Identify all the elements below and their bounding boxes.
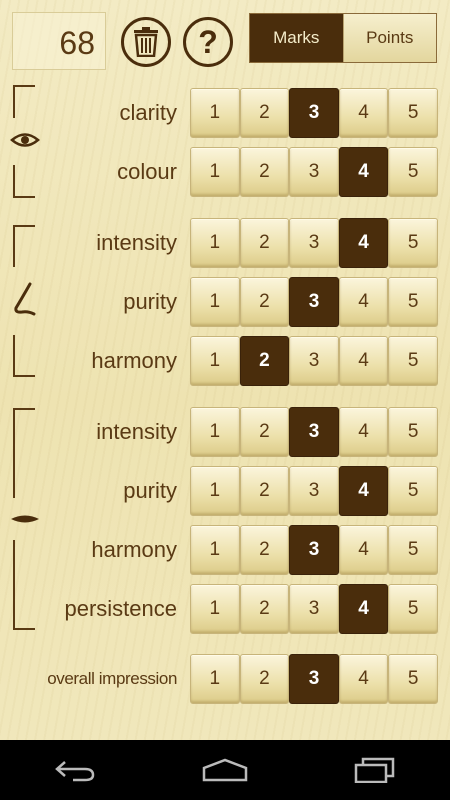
rating-option-3[interactable]: 3 (289, 525, 339, 575)
rating-option-2[interactable]: 2 (239, 336, 290, 386)
criterion-row: harmony 12345 (0, 336, 450, 386)
rating-option-4[interactable]: 4 (338, 147, 389, 197)
rating-option-1[interactable]: 1 (190, 525, 240, 575)
rating-option-3[interactable]: 3 (289, 218, 339, 268)
total-score: 68 (12, 12, 106, 70)
rating-option-5[interactable]: 5 (388, 88, 438, 138)
rating-option-4[interactable]: 4 (338, 218, 389, 268)
home-button[interactable] (195, 750, 255, 790)
criterion-row: purity 12345 (0, 277, 450, 327)
rating-option-4[interactable]: 4 (338, 466, 389, 516)
rating-selector: 12345 (190, 218, 438, 268)
criterion-label: clarity (119, 100, 177, 125)
criterion-row: purity 12345 (0, 466, 450, 516)
criterion-label: persistence (64, 596, 177, 621)
rating-option-3[interactable]: 3 (289, 88, 339, 138)
help-button[interactable]: ? (183, 17, 233, 67)
rating-selector: 12345 (190, 336, 438, 386)
rating-option-1[interactable]: 1 (190, 654, 240, 704)
rating-option-5[interactable]: 5 (388, 277, 438, 327)
rating-option-5[interactable]: 5 (388, 218, 438, 268)
rating-option-5[interactable]: 5 (388, 525, 438, 575)
rating-option-1[interactable]: 1 (190, 584, 240, 634)
rating-option-1[interactable]: 1 (190, 147, 240, 197)
rating-selector: 12345 (190, 88, 438, 138)
criterion-row: colour 12345 (0, 147, 450, 197)
rating-selector: 12345 (190, 466, 438, 516)
rating-option-5[interactable]: 5 (388, 147, 438, 197)
rating-option-4[interactable]: 4 (338, 336, 389, 386)
rating-option-5[interactable]: 5 (388, 654, 438, 704)
rating-option-4[interactable]: 4 (338, 654, 389, 704)
rating-selector: 12345 (190, 147, 438, 197)
rating-option-5[interactable]: 5 (388, 466, 438, 516)
criterion-row: harmony 12345 (0, 525, 450, 575)
rating-option-4[interactable]: 4 (338, 584, 389, 634)
system-navigation-bar (0, 740, 450, 800)
criterion-label: harmony (91, 537, 177, 562)
criterion-label: intensity (96, 230, 177, 255)
rating-option-1[interactable]: 1 (190, 407, 240, 457)
marks-button[interactable]: Marks (250, 14, 343, 62)
criterion-label: purity (123, 289, 177, 314)
tasting-sheet: 68 ? Marks Points clarity 12345 colour 1… (0, 0, 450, 740)
criterion-row: persistence 12345 (0, 584, 450, 634)
rating-option-1[interactable]: 1 (190, 88, 240, 138)
rating-option-1[interactable]: 1 (190, 466, 240, 516)
criterion-row: overall impression 12345 (0, 654, 450, 704)
rating-option-2[interactable]: 2 (239, 407, 290, 457)
rating-option-3[interactable]: 3 (289, 147, 339, 197)
rating-option-1[interactable]: 1 (190, 218, 240, 268)
criterion-label: overall impression (47, 669, 177, 688)
rating-option-2[interactable]: 2 (239, 525, 290, 575)
rating-option-1[interactable]: 1 (190, 277, 240, 327)
home-icon (202, 758, 248, 782)
rating-option-2[interactable]: 2 (239, 147, 290, 197)
rating-option-2[interactable]: 2 (239, 277, 290, 327)
rating-option-3[interactable]: 3 (289, 277, 339, 327)
criterion-label: harmony (91, 348, 177, 373)
rating-option-3[interactable]: 3 (289, 407, 339, 457)
rating-option-2[interactable]: 2 (239, 584, 290, 634)
rating-option-3[interactable]: 3 (289, 654, 339, 704)
rating-selector: 12345 (190, 654, 438, 704)
rating-option-4[interactable]: 4 (338, 407, 389, 457)
mode-toggle: Marks Points (249, 13, 437, 63)
rating-option-4[interactable]: 4 (338, 88, 389, 138)
rating-option-4[interactable]: 4 (338, 277, 389, 327)
rating-option-5[interactable]: 5 (388, 584, 438, 634)
recent-apps-icon (354, 757, 395, 783)
back-button[interactable] (45, 750, 105, 790)
rating-selector: 12345 (190, 525, 438, 575)
rating-option-3[interactable]: 3 (289, 584, 339, 634)
rating-option-2[interactable]: 2 (239, 88, 290, 138)
rating-selector: 12345 (190, 407, 438, 457)
clear-button[interactable] (121, 17, 171, 67)
criterion-label: purity (123, 478, 177, 503)
rating-option-2[interactable]: 2 (239, 218, 290, 268)
back-icon (55, 761, 95, 782)
criterion-row: intensity 12345 (0, 218, 450, 268)
criterion-row: intensity 12345 (0, 407, 450, 457)
rating-option-3[interactable]: 3 (289, 336, 339, 386)
criterion-label: intensity (96, 419, 177, 444)
rating-option-1[interactable]: 1 (190, 336, 240, 386)
rating-option-4[interactable]: 4 (338, 525, 389, 575)
criterion-row: clarity 12345 (0, 88, 450, 138)
rating-selector: 12345 (190, 277, 438, 327)
points-button[interactable]: Points (342, 14, 436, 62)
recent-apps-button[interactable] (345, 750, 405, 790)
trash-icon (134, 27, 158, 57)
criterion-label: colour (117, 159, 177, 184)
rating-option-5[interactable]: 5 (388, 407, 438, 457)
rating-option-2[interactable]: 2 (239, 466, 290, 516)
rating-selector: 12345 (190, 584, 438, 634)
rating-option-2[interactable]: 2 (239, 654, 290, 704)
rating-option-3[interactable]: 3 (289, 466, 339, 516)
rating-option-5[interactable]: 5 (388, 336, 438, 386)
